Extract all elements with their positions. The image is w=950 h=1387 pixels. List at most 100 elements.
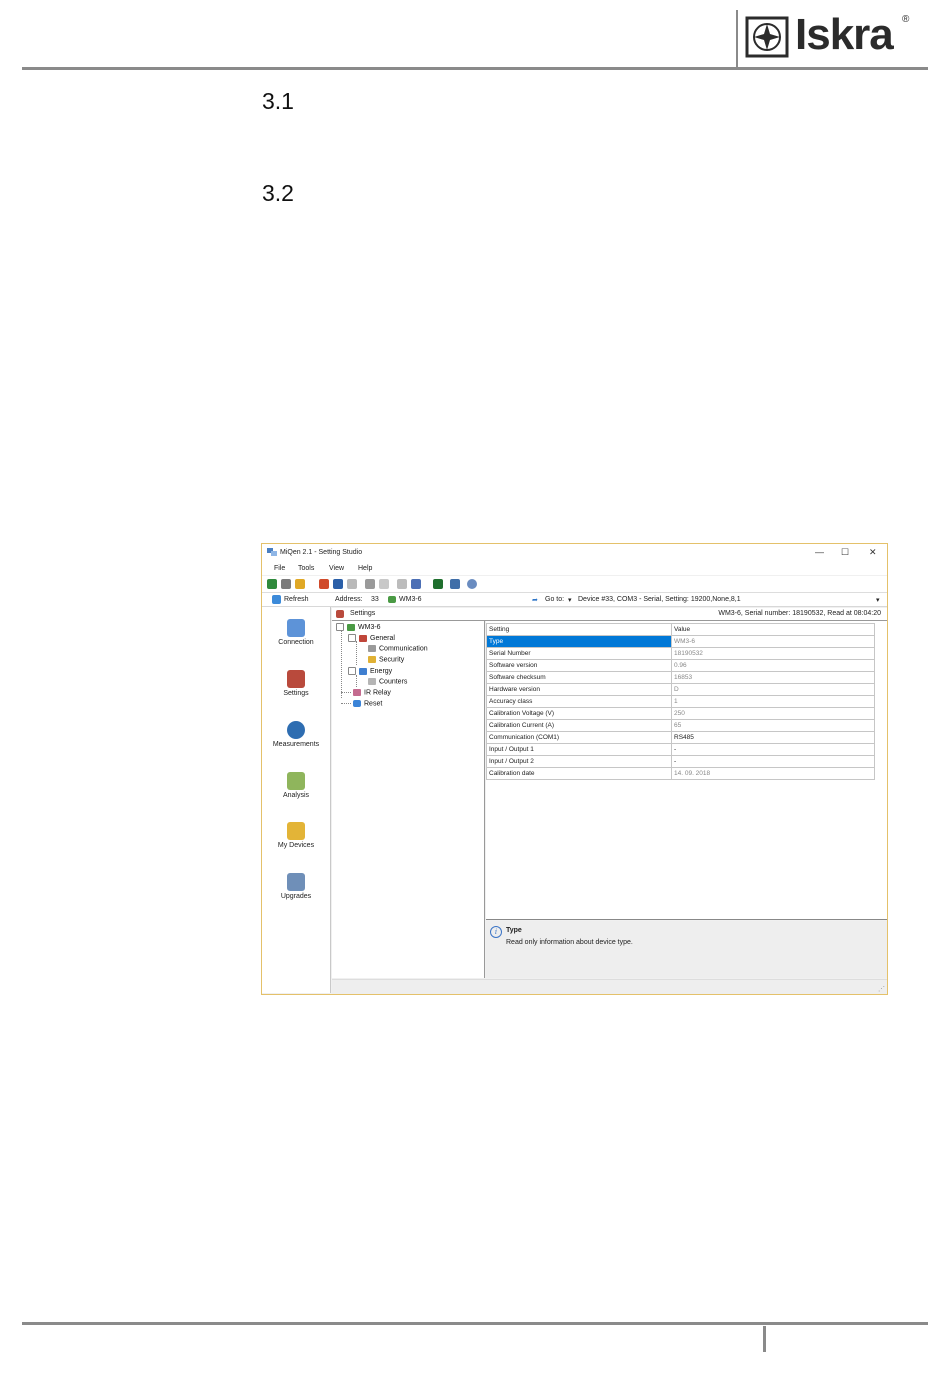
- setting-value-cell[interactable]: 1: [671, 695, 875, 708]
- setting-value-cell[interactable]: -: [671, 755, 875, 768]
- tree-item-ir-relay[interactable]: IR Relay: [353, 689, 391, 696]
- new-icon[interactable]: [267, 579, 277, 589]
- setting-name-cell[interactable]: Calibration Current (A): [486, 719, 672, 732]
- menu-tools[interactable]: Tools: [298, 565, 314, 572]
- settings-tree: WM3-6 General Communication Security Ene…: [332, 621, 485, 978]
- setting-name-cell[interactable]: Software checksum: [486, 671, 672, 684]
- nav-measurements[interactable]: Measurements: [262, 721, 330, 748]
- refresh-icon[interactable]: [272, 595, 281, 604]
- column-header-setting[interactable]: Setting: [486, 623, 672, 636]
- status-bar: ⋰: [332, 979, 887, 994]
- setting-name-cell[interactable]: Hardware version: [486, 683, 672, 696]
- setting-value-cell[interactable]: 18190532: [671, 647, 875, 660]
- table-row[interactable]: Calibration date 14. 09. 2018: [486, 767, 875, 780]
- globe-icon[interactable]: [467, 579, 477, 589]
- connection-icon: [287, 619, 305, 637]
- setting-name-cell[interactable]: Input / Output 1: [486, 743, 672, 756]
- compare-icon[interactable]: [397, 579, 407, 589]
- menu-view[interactable]: View: [329, 565, 344, 572]
- setting-name-cell[interactable]: Type: [486, 635, 672, 648]
- preview-icon[interactable]: [379, 579, 389, 589]
- goto-value[interactable]: Device #33, COM3 - Serial, Setting: 1920…: [578, 596, 741, 603]
- setting-value-cell[interactable]: 14. 09. 2018: [671, 767, 875, 780]
- nav-label: Upgrades: [280, 893, 312, 900]
- table-row[interactable]: Input / Output 2-: [486, 755, 875, 768]
- monitor-icon[interactable]: [433, 579, 443, 589]
- settings-grid: Setting Value Type WM3-6 Serial Number 1819…: [486, 623, 875, 780]
- table-row[interactable]: Type WM3-6: [486, 635, 875, 648]
- setting-name-cell[interactable]: Calibration date: [486, 767, 672, 780]
- tree-label: Counters: [379, 678, 408, 686]
- nav-label: My Devices: [277, 842, 315, 849]
- nav-settings[interactable]: Settings: [262, 670, 330, 697]
- maximize-button[interactable]: ☐: [841, 547, 849, 557]
- printer-icon[interactable]: [365, 579, 375, 589]
- copy-icon[interactable]: [347, 579, 357, 589]
- tree-root[interactable]: WM3-6: [336, 623, 381, 631]
- goto-arrow-icon: ➦: [532, 597, 538, 604]
- print-icon[interactable]: [281, 579, 291, 589]
- setting-name-cell[interactable]: Input / Output 2: [486, 755, 672, 768]
- toolbar: [262, 576, 887, 593]
- close-button[interactable]: ✕: [869, 547, 877, 557]
- tools-icon[interactable]: [450, 579, 460, 589]
- app-icon: [267, 548, 277, 556]
- setting-value-cell[interactable]: 16853: [671, 671, 875, 684]
- settings-title: Settings: [350, 610, 376, 617]
- tree-item-counters[interactable]: Counters: [368, 678, 407, 685]
- nav-upgrades[interactable]: Upgrades: [262, 873, 330, 900]
- nav-analysis[interactable]: Analysis: [262, 772, 330, 799]
- tree-label: IR Relay: [364, 689, 391, 697]
- goto-select-chevron-icon[interactable]: ▾: [876, 596, 880, 604]
- setting-name-cell[interactable]: Calibration Voltage (V): [486, 707, 672, 720]
- menu-help[interactable]: Help: [358, 565, 372, 572]
- collapse-icon[interactable]: [336, 623, 344, 631]
- save-icon[interactable]: [333, 579, 343, 589]
- setting-value-cell[interactable]: RS485: [671, 731, 875, 744]
- nav-connection[interactable]: Connection: [262, 619, 330, 646]
- window-title: MiQen 2.1 - Setting Studio: [280, 549, 363, 556]
- tag-icon[interactable]: [411, 579, 421, 589]
- table-row[interactable]: Input / Output 1-: [486, 743, 875, 756]
- table-row[interactable]: Communication (COM1) RS485: [486, 731, 875, 744]
- table-row[interactable]: Calibration Current (A) 65: [486, 719, 875, 732]
- collapse-icon[interactable]: [348, 667, 356, 675]
- setting-name-cell[interactable]: Communication (COM1): [486, 731, 672, 744]
- tree-item-energy[interactable]: Energy: [348, 667, 392, 675]
- resize-grip-icon[interactable]: ⋰: [878, 985, 885, 993]
- tree-connector: [341, 692, 351, 693]
- table-row[interactable]: Software version 0.96: [486, 659, 875, 672]
- menu-file[interactable]: File: [274, 565, 285, 572]
- minimize-button[interactable]: —: [815, 547, 824, 557]
- tree-item-reset[interactable]: Reset: [353, 700, 382, 707]
- tree-item-general[interactable]: General: [348, 634, 395, 642]
- table-row[interactable]: Software checksum 16853: [486, 671, 875, 684]
- refresh-button[interactable]: Refresh: [284, 596, 309, 603]
- setting-name-cell[interactable]: Serial Number: [486, 647, 672, 660]
- tree-item-communication[interactable]: Communication: [368, 645, 428, 652]
- setting-name-cell[interactable]: Software version: [486, 659, 672, 672]
- setting-value-cell[interactable]: 65: [671, 719, 875, 732]
- table-row[interactable]: Serial Number 18190532: [486, 647, 875, 660]
- goto-dropdown-icon[interactable]: ▾: [568, 596, 572, 604]
- setting-value-cell[interactable]: -: [671, 743, 875, 756]
- table-row[interactable]: Accuracy class 1: [486, 695, 875, 708]
- table-row[interactable]: Hardware version D: [486, 683, 875, 696]
- device-name: WM3-6: [399, 596, 422, 603]
- setting-value-cell[interactable]: 250: [671, 707, 875, 720]
- my-devices-icon: [287, 822, 305, 840]
- setting-value-cell[interactable]: D: [671, 683, 875, 696]
- setting-name-cell[interactable]: Accuracy class: [486, 695, 672, 708]
- info-title: Type: [506, 927, 522, 934]
- setting-value-cell[interactable]: WM3-6: [671, 635, 875, 648]
- column-header-value[interactable]: Value: [671, 623, 875, 636]
- header-divider: [736, 10, 738, 68]
- collapse-icon[interactable]: [348, 634, 356, 642]
- address-value[interactable]: 33: [371, 596, 379, 603]
- nav-my-devices[interactable]: My Devices: [262, 822, 330, 849]
- setting-value-cell[interactable]: 0.96: [671, 659, 875, 672]
- table-row[interactable]: Calibration Voltage (V) 250: [486, 707, 875, 720]
- read-icon[interactable]: [319, 579, 329, 589]
- open-folder-icon[interactable]: [295, 579, 305, 589]
- tree-item-security[interactable]: Security: [368, 656, 404, 663]
